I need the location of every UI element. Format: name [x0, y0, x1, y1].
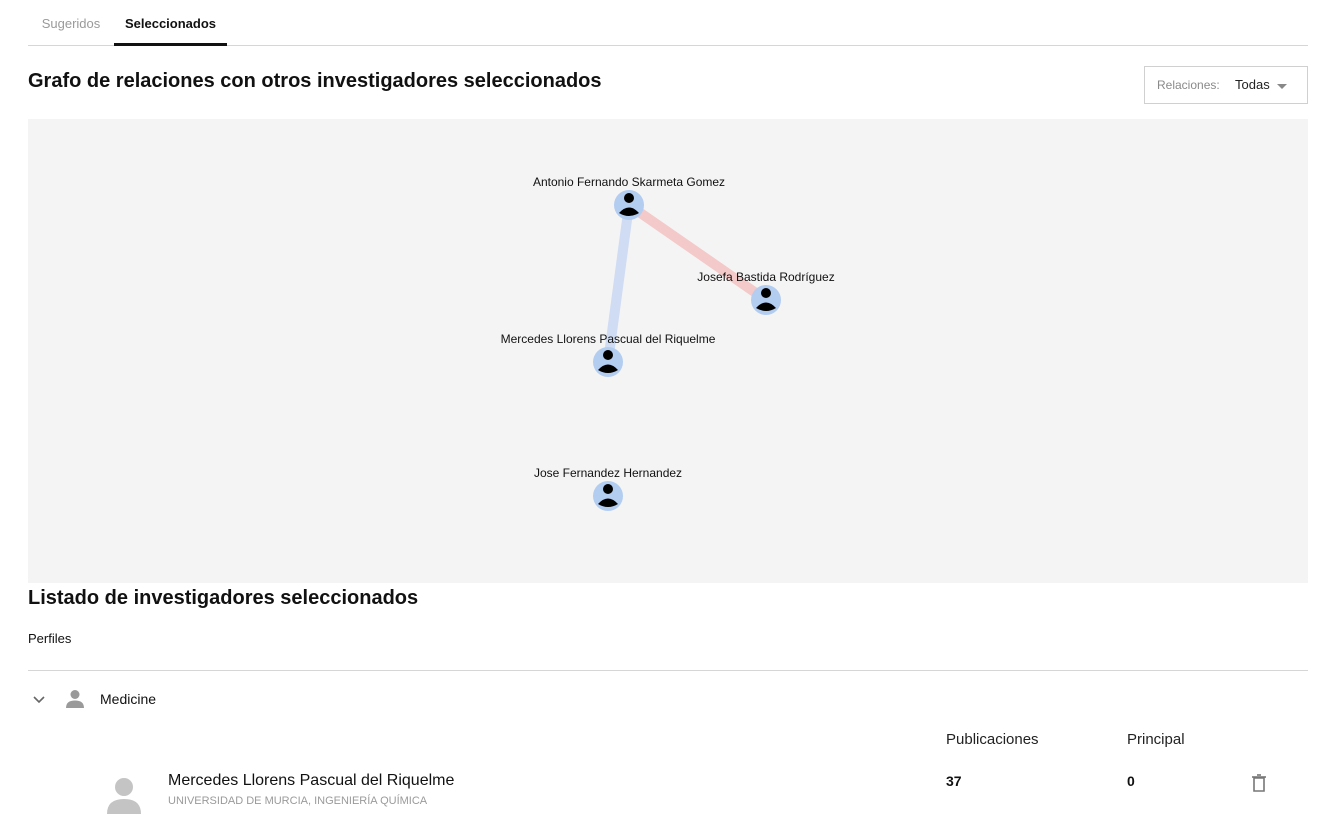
graph-node-label: Antonio Fernando Skarmeta Gomez: [533, 175, 725, 189]
column-header-principal: Principal: [1127, 731, 1185, 748]
graph-title: Grafo de relaciones con otros investigad…: [28, 70, 602, 92]
tab-seleccionados[interactable]: Seleccionados: [114, 0, 227, 46]
graph-node-label: Josefa Bastida Rodríguez: [697, 270, 834, 284]
graph-node[interactable]: Jose Fernandez Hernandez: [534, 466, 682, 511]
profiles-label: Perfiles: [28, 631, 72, 646]
tab-bar: Sugeridos Seleccionados: [28, 0, 1308, 46]
researcher-name[interactable]: Mercedes Llorens Pascual del Riquelme: [168, 772, 454, 790]
graph-node[interactable]: Antonio Fernando Skarmeta Gomez: [533, 175, 725, 220]
chevron-down-icon[interactable]: [32, 693, 46, 707]
relations-value: Todas: [1235, 77, 1270, 92]
profile-group-toggle[interactable]: Medicine: [28, 684, 428, 716]
trash-icon[interactable]: [1248, 772, 1270, 794]
person-icon: [66, 690, 84, 708]
relations-graph[interactable]: Antonio Fernando Skarmeta Gomez Josefa B…: [28, 119, 1308, 583]
tab-sugeridos[interactable]: Sugeridos: [28, 0, 114, 46]
graph-node[interactable]: Josefa Bastida Rodríguez: [697, 270, 835, 315]
relations-label: Relaciones:: [1157, 78, 1220, 92]
dropdown-arrow-icon: [1277, 84, 1287, 89]
list-title: Listado de investigadores seleccionados: [28, 587, 419, 609]
profile-group-name: Medicine: [100, 691, 157, 707]
researcher-institution: UNIVERSIDAD DE MURCIA, INGENIERÍA QUÍMIC…: [168, 795, 428, 807]
relations-dropdown[interactable]: Relaciones: Todas: [1144, 66, 1308, 104]
principal-count: 0: [1127, 773, 1135, 789]
graph-canvas: Antonio Fernando Skarmeta Gomez Josefa B…: [501, 175, 835, 511]
publications-count: 37: [946, 773, 962, 789]
avatar: [107, 778, 141, 814]
divider: [28, 670, 1308, 671]
graph-edge: [624, 200, 771, 305]
graph-node-label: Mercedes Llorens Pascual del Riquelme: [501, 332, 716, 346]
graph-node-label: Jose Fernandez Hernandez: [534, 466, 682, 480]
graph-node[interactable]: Mercedes Llorens Pascual del Riquelme: [501, 332, 716, 377]
column-header-publicaciones: Publicaciones: [946, 731, 1039, 748]
